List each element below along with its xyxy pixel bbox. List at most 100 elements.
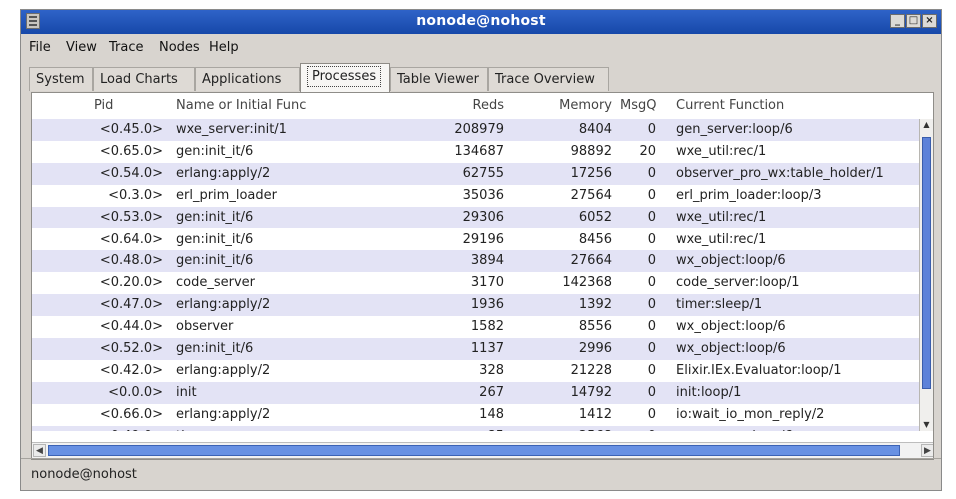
- reds-cell: 328: [479, 362, 504, 378]
- menu-view[interactable]: View: [66, 40, 97, 55]
- header-pid[interactable]: Pid: [94, 98, 113, 113]
- reds-cell: 35036: [462, 187, 504, 203]
- current-function-cell: observer_pro_wx:table_holder/1: [676, 165, 884, 181]
- table-row[interactable]: <0.53.0> gen:init_it/6 29306 6052 0 wxe_util:…: [32, 206, 922, 229]
- pid-cell: <0.53.0>: [99, 209, 163, 225]
- status-text: nonode@nohost: [31, 467, 137, 482]
- reds-cell: 1582: [470, 319, 504, 335]
- pid-cell: <0.0.0>: [108, 384, 163, 400]
- current-function-cell: timer:sleep/1: [676, 297, 763, 313]
- memory-cell: 1392: [578, 297, 612, 313]
- msgq-cell: 0: [647, 209, 656, 225]
- table-row[interactable]: <0.52.0> gen:init_it/6 1137 2996 0 wx_object:…: [32, 338, 922, 360]
- memory-cell: 17256: [570, 165, 612, 181]
- vertical-scroll-thumb[interactable]: [922, 137, 931, 389]
- table-row[interactable]: <0.0.0> init 267 14792 0 init:loop/1: [32, 381, 922, 404]
- menu-trace[interactable]: Trace: [109, 40, 144, 55]
- reds-cell: 3170: [470, 275, 504, 291]
- up-arrow-icon[interactable]: ▲: [921, 120, 932, 130]
- right-arrow-icon[interactable]: ▶: [921, 444, 933, 457]
- table-row[interactable]: <0.65.0> gen:init_it/6 134687 98892 20 wxe_ut…: [32, 141, 922, 163]
- tab-bar: System Load Charts Applications Processe…: [21, 59, 941, 92]
- header-name[interactable]: Name or Initial Func: [176, 98, 306, 113]
- current-function-cell: io:wait_io_mon_reply/2: [676, 406, 825, 422]
- table-row[interactable]: <0.64.0> gen:init_it/6 29196 8456 0 wxe_util:…: [32, 229, 922, 251]
- memory-cell: 6052: [578, 209, 612, 225]
- reds-cell: 267: [479, 384, 504, 400]
- memory-cell: 1412: [578, 406, 612, 422]
- table-row[interactable]: <0.42.0> erlang:apply/2 328 21228 0 Elixir.IE…: [32, 360, 922, 382]
- reds-cell: 148: [479, 406, 504, 422]
- horizontal-scroll-thumb[interactable]: [48, 445, 900, 456]
- header-reds[interactable]: Reds: [458, 98, 504, 113]
- pid-cell: <0.47.0>: [99, 297, 163, 313]
- name-cell: init: [176, 384, 197, 400]
- title-bar[interactable]: nonode@nohost _ □ ×: [21, 10, 941, 34]
- current-function-cell: init:loop/1: [676, 384, 742, 400]
- name-cell: code_server: [176, 275, 256, 291]
- menu-help[interactable]: Help: [209, 40, 239, 55]
- table-row[interactable]: <0.20.0> code_server 3170 142368 0 code_serve…: [32, 272, 922, 294]
- table-row[interactable]: <0.44.0> observer 1582 8556 0 wx_object:loop/…: [32, 316, 922, 338]
- table-row[interactable]: <0.45.0> wxe_server:init/1 208979 8404 0 gen_…: [32, 119, 922, 141]
- msgq-cell: 0: [647, 297, 656, 313]
- memory-cell: 142368: [562, 275, 612, 291]
- table-row[interactable]: <0.49.0> timer_server 85 2568 0 gen_server:lo…: [32, 425, 922, 431]
- name-cell: erlang:apply/2: [176, 362, 271, 378]
- table-row[interactable]: <0.3.0> erl_prim_loader 35036 27564 0 erl_pri…: [32, 185, 922, 207]
- header-current-function[interactable]: Current Function: [676, 98, 784, 113]
- reds-cell: 29306: [462, 209, 504, 225]
- reds-cell: 3894: [470, 253, 504, 269]
- pid-cell: <0.44.0>: [99, 319, 163, 335]
- current-function-cell: erl_prim_loader:loop/3: [676, 187, 822, 203]
- pid-cell: <0.48.0>: [99, 253, 163, 269]
- close-icon[interactable]: ×: [922, 14, 937, 28]
- table-header: Pid Name or Initial Func Reds Memory Msg…: [32, 93, 922, 117]
- memory-cell: 2568: [532, 429, 612, 431]
- memory-cell: 8456: [578, 231, 612, 247]
- reds-cell: 62755: [462, 165, 504, 181]
- table-row[interactable]: <0.48.0> gen:init_it/6 3894 27664 0 wx_object…: [32, 250, 922, 273]
- left-arrow-icon[interactable]: ◀: [33, 444, 46, 457]
- pid-cell: <0.54.0>: [99, 165, 163, 181]
- msgq-cell: 20: [639, 143, 656, 159]
- down-arrow-icon[interactable]: ▼: [921, 420, 932, 430]
- tab-load-charts[interactable]: Load Charts: [93, 67, 195, 91]
- tab-system[interactable]: System: [29, 67, 93, 91]
- maximize-icon[interactable]: □: [906, 14, 921, 28]
- name-cell: erl_prim_loader: [176, 187, 277, 203]
- current-function-cell: wxe_util:rec/1: [676, 209, 767, 225]
- vertical-scrollbar[interactable]: ▲ ▼: [919, 119, 933, 431]
- menu-nodes[interactable]: Nodes: [159, 40, 200, 55]
- horizontal-scrollbar[interactable]: ◀ ▶: [32, 442, 933, 459]
- menu-file[interactable]: File: [29, 40, 51, 55]
- name-cell: gen:init_it/6: [176, 209, 254, 225]
- name-cell: gen:init_it/6: [176, 231, 254, 247]
- name-cell: erlang:apply/2: [176, 406, 271, 422]
- reds-cell: 29196: [462, 231, 504, 247]
- table-row[interactable]: <0.66.0> erlang:apply/2 148 1412 0 io:wait_io…: [32, 404, 922, 426]
- process-list[interactable]: <0.45.0> wxe_server:init/1 208979 8404 0 gen_…: [32, 119, 922, 431]
- tab-table-viewer[interactable]: Table Viewer: [390, 67, 488, 91]
- memory-cell: 8404: [578, 122, 612, 137]
- pid-cell: <0.45.0>: [99, 122, 163, 137]
- table-row[interactable]: <0.47.0> erlang:apply/2 1936 1392 0 timer:sle…: [32, 294, 922, 317]
- app-window: nonode@nohost _ □ × File View Trace Node…: [20, 9, 942, 491]
- table-row[interactable]: <0.54.0> erlang:apply/2 62755 17256 0 observe…: [32, 162, 922, 185]
- header-msgq[interactable]: MsgQ: [620, 98, 656, 113]
- reds-cell: 85: [427, 429, 504, 431]
- tab-applications[interactable]: Applications: [195, 67, 300, 91]
- header-memory[interactable]: Memory: [552, 98, 612, 113]
- tab-trace-overview[interactable]: Trace Overview: [488, 67, 609, 91]
- pid-cell: <0.42.0>: [99, 362, 163, 378]
- name-cell: erlang:apply/2: [176, 165, 271, 181]
- pid-cell: <0.52.0>: [99, 341, 163, 356]
- tab-processes[interactable]: Processes: [300, 63, 390, 92]
- name-cell: observer: [176, 319, 234, 335]
- memory-cell: 98892: [570, 143, 612, 159]
- pid-cell: <0.3.0>: [108, 187, 163, 203]
- memory-cell: 2996: [578, 341, 612, 356]
- memory-cell: 14792: [570, 384, 612, 400]
- minimize-icon[interactable]: _: [890, 14, 905, 28]
- reds-cell: 134687: [454, 143, 504, 159]
